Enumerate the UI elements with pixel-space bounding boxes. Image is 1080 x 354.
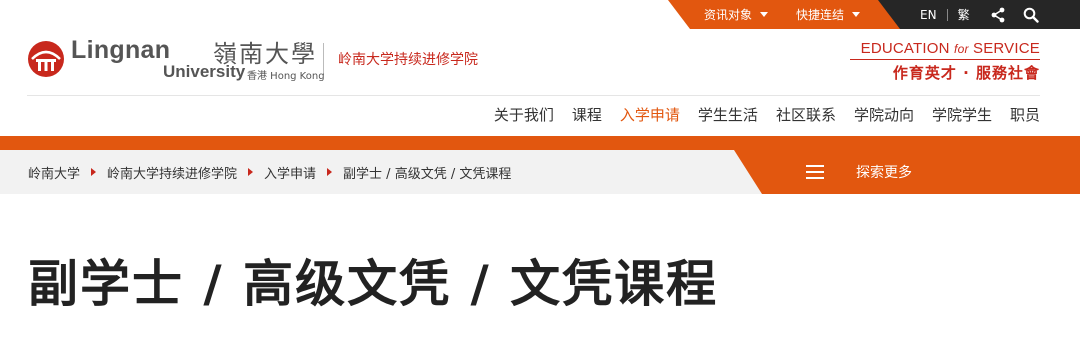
school-name: 岭南大学持续进修学院 [338,52,478,68]
quick-links-dropdown[interactable]: 快捷连结 [796,6,861,23]
nav-item-students[interactable]: 学院学生 [932,104,992,125]
lang-separator [946,8,948,21]
breadcrumb-arrow-icon [327,168,333,176]
breadcrumb-current: 副学士 / 高级文凭 / 文凭课程 [343,166,512,182]
nav-item-programmes[interactable]: 课程 [572,104,602,125]
breadcrumb-item[interactable]: 入学申请 [264,163,316,182]
nav-item-staff[interactable]: 职员 [1010,104,1040,125]
chevron-down-icon [760,12,769,17]
search-icon[interactable] [1023,7,1039,23]
header-divider [27,95,1040,96]
breadcrumb: 岭南大学 岭南大学持续进修学院 入学申请 副学士 / 高级文凭 / 文凭课程 [28,150,511,194]
nav-item-admissions[interactable]: 入学申请 [620,104,680,125]
nav-item-community[interactable]: 社区联系 [776,104,836,125]
tagline: EDUCATION for SERVICE 作育英才 · 服務社會 [850,40,1040,83]
utility-bar-orange: 资讯对象 快捷连结 [668,0,908,29]
logo-name-en: Lingnan [71,36,171,64]
site-logo[interactable]: Lingnan 嶺南大學 University 香港 Hong Kong 岭南大… [27,34,478,84]
share-icon[interactable] [990,7,1006,23]
utility-bar-dark: EN 繁 [878,0,1080,29]
nav-item-student-life[interactable]: 学生生活 [698,104,758,125]
main-nav: 关于我们 课程 入学申请 学生生活 社区联系 学院动向 学院学生 职员 [494,104,1040,125]
tagline-en-part1: EDUCATION [860,40,950,57]
lingnan-emblem-icon [28,41,64,77]
logo-wordmark: Lingnan 嶺南大學 University 香港 Hong Kong [69,34,325,84]
breadcrumb-arrow-icon [248,168,254,176]
audience-dropdown[interactable]: 资讯对象 [704,6,769,23]
breadcrumb-item[interactable]: 岭南大学 [28,163,80,182]
nav-item-news[interactable]: 学院动向 [854,104,914,125]
lang-trad-link[interactable]: 繁 [958,6,970,23]
tagline-rule [850,59,1040,60]
logo-location: 香港 Hong Kong [247,71,325,82]
tagline-en-for: for [954,42,969,56]
explore-more-label: 探索更多 [856,165,912,181]
tagline-en-part2: SERVICE [973,40,1040,57]
audience-dropdown-label: 资讯对象 [704,8,753,22]
logo-university: University [163,62,246,81]
page-title: 副学士 / 高级文凭 / 文凭课程 [28,255,719,313]
accent-band [0,136,1080,150]
breadcrumb-arrow-icon [91,168,97,176]
breadcrumb-item[interactable]: 岭南大学持续进修学院 [107,163,237,182]
quick-links-dropdown-label: 快捷连结 [796,8,845,22]
explore-more-button[interactable]: 探索更多 [734,150,1080,194]
nav-item-about[interactable]: 关于我们 [494,104,554,125]
menu-icon [806,165,824,179]
lang-en-link[interactable]: EN [920,8,937,22]
tagline-en: EDUCATION for SERVICE [850,40,1040,57]
tagline-zh: 作育英才 · 服務社會 [892,64,1040,82]
chevron-down-icon [852,12,861,17]
